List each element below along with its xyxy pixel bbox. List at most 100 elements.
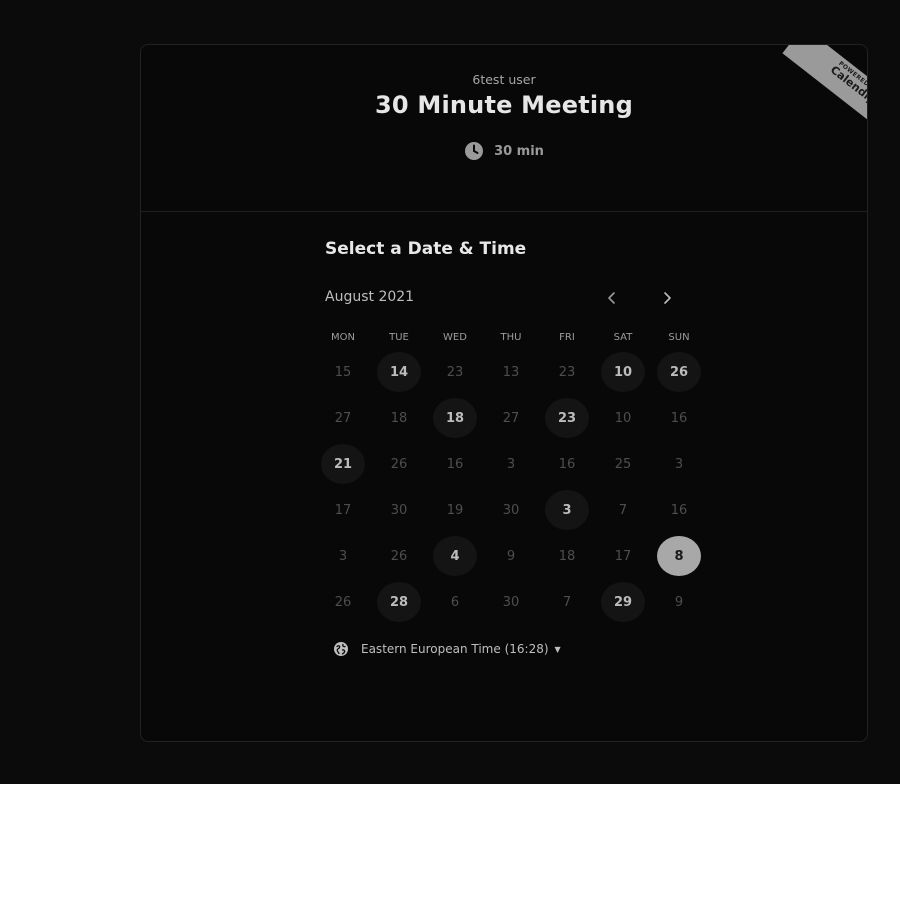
day-available[interactable]: 28 <box>377 582 421 622</box>
day-unavailable: 15 <box>334 364 352 380</box>
day-unavailable: 10 <box>614 410 632 426</box>
month-navigation: August 2021 <box>325 287 697 309</box>
timezone-selector[interactable]: Eastern European Time (16:28) ▼ <box>333 641 561 657</box>
day-unavailable: 13 <box>502 364 520 380</box>
day-available[interactable]: 4 <box>433 536 477 576</box>
day-cell: 27 <box>483 395 539 441</box>
next-month-button[interactable] <box>656 287 678 309</box>
powered-by-badge[interactable]: POWERED BY Calendly <box>755 45 867 137</box>
day-unavailable: 27 <box>502 410 520 426</box>
day-cell: 16 <box>427 441 483 487</box>
duration-label: 30 min <box>494 143 544 159</box>
day-unavailable: 3 <box>674 456 684 472</box>
day-unavailable: 30 <box>390 502 408 518</box>
day-cell: 27 <box>315 395 371 441</box>
day-cell: 30 <box>371 487 427 533</box>
day-cell: 3 <box>539 487 595 533</box>
day-available[interactable]: 21 <box>321 444 365 484</box>
day-unavailable: 9 <box>506 548 516 564</box>
day-cell: 30 <box>483 579 539 625</box>
chevron-right-icon <box>664 292 671 304</box>
day-available[interactable]: 26 <box>657 352 701 392</box>
day-unavailable: 26 <box>334 594 352 610</box>
day-cell: 13 <box>483 349 539 395</box>
day-unavailable: 23 <box>558 364 576 380</box>
day-selected[interactable]: 8 <box>657 536 701 576</box>
weekday-header: MON TUE WED THU FRI SAT SUN <box>315 332 707 343</box>
day-cell: 23 <box>427 349 483 395</box>
day-unavailable: 17 <box>334 502 352 518</box>
day-cell: 9 <box>483 533 539 579</box>
day-cell: 10 <box>595 395 651 441</box>
day-cell: 3 <box>483 441 539 487</box>
day-cell: 26 <box>371 533 427 579</box>
scheduling-card: 6test user 30 Minute Meeting 30 min POWE… <box>140 44 868 742</box>
section-title: Select a Date & Time <box>325 239 527 259</box>
day-cell: 26 <box>651 349 707 395</box>
weekday-label: FRI <box>559 332 575 343</box>
day-unavailable: 26 <box>390 548 408 564</box>
day-unavailable: 7 <box>618 502 628 518</box>
event-duration: 30 min <box>141 141 867 161</box>
month-label: August 2021 <box>325 289 415 305</box>
day-cell: 16 <box>539 441 595 487</box>
day-unavailable: 30 <box>502 594 520 610</box>
day-cell: 14 <box>371 349 427 395</box>
day-cell: 10 <box>595 349 651 395</box>
day-cell: 6 <box>427 579 483 625</box>
caret-down-icon: ▼ <box>554 644 561 654</box>
day-unavailable: 17 <box>614 548 632 564</box>
day-available[interactable]: 29 <box>601 582 645 622</box>
weekday-label: SAT <box>613 332 633 343</box>
day-unavailable: 18 <box>558 548 576 564</box>
day-unavailable: 9 <box>674 594 684 610</box>
day-cell: 16 <box>651 487 707 533</box>
day-cell: 30 <box>483 487 539 533</box>
day-cell: 4 <box>427 533 483 579</box>
weekday-label: TUE <box>389 332 409 343</box>
day-cell: 8 <box>651 533 707 579</box>
previous-month-button[interactable] <box>601 287 623 309</box>
day-cell: 28 <box>371 579 427 625</box>
day-cell: 3 <box>651 441 707 487</box>
day-unavailable: 3 <box>338 548 348 564</box>
day-cell: 23 <box>539 349 595 395</box>
weekday-label: SUN <box>668 332 690 343</box>
day-cell: 19 <box>427 487 483 533</box>
chevron-left-icon <box>608 292 615 304</box>
day-cell: 3 <box>315 533 371 579</box>
day-available[interactable]: 14 <box>377 352 421 392</box>
day-cell: 18 <box>539 533 595 579</box>
day-available[interactable]: 23 <box>545 398 589 438</box>
day-cell: 18 <box>371 395 427 441</box>
day-cell: 9 <box>651 579 707 625</box>
day-unavailable: 23 <box>446 364 464 380</box>
day-unavailable: 16 <box>446 456 464 472</box>
day-cell: 26 <box>371 441 427 487</box>
powered-by-ribbon[interactable]: POWERED BY Calendly <box>782 45 867 137</box>
weekday-label: WED <box>443 332 467 343</box>
day-available[interactable]: 10 <box>601 352 645 392</box>
day-unavailable: 16 <box>670 502 688 518</box>
day-cell: 23 <box>539 395 595 441</box>
day-unavailable: 30 <box>502 502 520 518</box>
clock-icon <box>465 142 484 160</box>
day-cell: 7 <box>595 487 651 533</box>
day-unavailable: 3 <box>506 456 516 472</box>
day-cell: 26 <box>315 579 371 625</box>
day-available[interactable]: 18 <box>433 398 477 438</box>
globe-icon <box>334 642 348 656</box>
day-cell: 7 <box>539 579 595 625</box>
day-available[interactable]: 3 <box>545 490 589 530</box>
day-cell: 17 <box>315 487 371 533</box>
day-cell: 18 <box>427 395 483 441</box>
timezone-label: Eastern European Time (16:28) <box>361 642 549 656</box>
day-cell: 25 <box>595 441 651 487</box>
day-unavailable: 16 <box>670 410 688 426</box>
day-unavailable: 26 <box>390 456 408 472</box>
day-unavailable: 16 <box>558 456 576 472</box>
day-cell: 15 <box>315 349 371 395</box>
day-cell: 21 <box>315 441 371 487</box>
day-unavailable: 25 <box>614 456 632 472</box>
weekday-label: MON <box>331 332 355 343</box>
